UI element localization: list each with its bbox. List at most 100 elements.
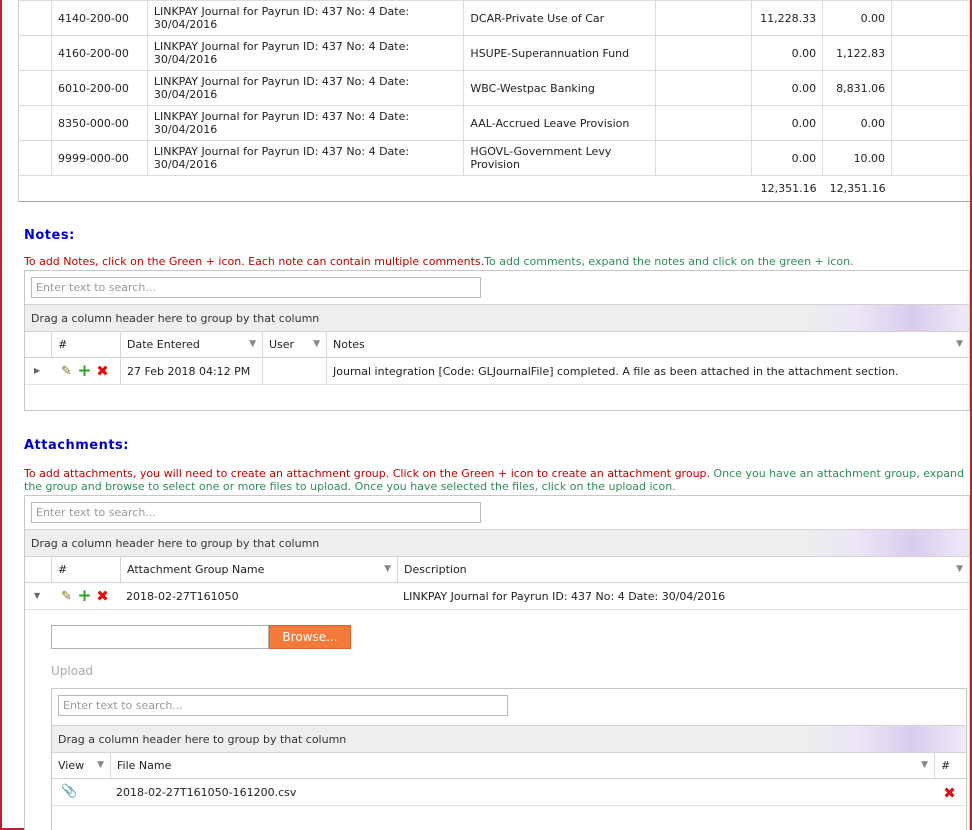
notes-col-date-label: Date Entered: [127, 338, 200, 351]
files-grid: Enter text to search... Drag a column he…: [51, 688, 967, 830]
journal-row-blank: [18, 140, 52, 176]
notes-group-panel[interactable]: Drag a column header here to group by th…: [25, 304, 969, 332]
journal-account: 4160-200-00: [51, 35, 148, 71]
filter-icon[interactable]: ▼: [97, 760, 104, 770]
journal-account: 4140-200-00: [51, 0, 148, 36]
filter-icon[interactable]: ▼: [956, 564, 963, 574]
attachments-col-group-name-label: Attachment Group Name: [127, 563, 265, 576]
journal-trailing: [891, 140, 970, 176]
journal-account: 6010-200-00: [51, 70, 148, 106]
journal-row: 4160-200-00 LINKPAY Journal for Payrun I…: [18, 35, 970, 71]
journal-description: LINKPAY Journal for Payrun ID: 437 No: 4…: [147, 0, 465, 36]
notes-title: Notes:: [24, 228, 75, 243]
journal-account: 8350-000-00: [51, 105, 148, 141]
attachments-instruction-red: To add attachments, you will need to cre…: [24, 467, 711, 480]
notes-row-actions: ✎ + ✖: [59, 363, 110, 380]
journal-account-name: WBC-Westpac Banking: [463, 70, 657, 106]
journal-description: LINKPAY Journal for Payrun ID: 437 No: 4…: [147, 105, 465, 141]
notes-col-user-label: User: [269, 338, 295, 351]
total-blank: [19, 176, 52, 202]
attachments-row-group-name: 2018-02-27T161050: [126, 590, 239, 603]
edit-pencil-icon[interactable]: ✎: [59, 364, 74, 379]
attachments-row: ▼ ✎ + ✖ 2018-02-27T161050 LINKPAY Journa…: [25, 584, 969, 610]
attachments-col-description[interactable]: Description ▼: [397, 557, 969, 582]
notes-search-input[interactable]: Enter text to search...: [31, 277, 481, 298]
journal-trailing: [891, 0, 970, 36]
expand-arrow-icon[interactable]: ▶: [34, 366, 40, 375]
filter-icon[interactable]: ▼: [956, 339, 963, 349]
collapse-arrow-icon[interactable]: ▼: [34, 591, 40, 600]
filter-icon[interactable]: ▼: [384, 564, 391, 574]
edit-pencil-icon[interactable]: ✎: [59, 589, 74, 604]
attachments-group-panel[interactable]: Drag a column header here to group by th…: [25, 529, 969, 557]
notes-col-notes-label: Notes: [333, 338, 365, 351]
filter-icon[interactable]: ▼: [249, 339, 256, 349]
attachments-instructions: To add attachments, you will need to cre…: [24, 467, 964, 493]
files-header-row: View ▼ File Name ▼ #: [52, 753, 966, 779]
notes-row-user: [262, 359, 326, 384]
files-col-num[interactable]: #: [934, 753, 966, 778]
notes-col-date[interactable]: Date Entered ▼: [120, 332, 262, 357]
files-row: 📎 2018-02-27T161050-161200.csv ✖: [52, 780, 966, 806]
paperclip-icon[interactable]: 📎: [61, 784, 77, 799]
add-plus-icon[interactable]: +: [77, 363, 92, 380]
notes-instruction-red: To add Notes, click on the Green + icon.…: [24, 255, 485, 268]
journal-account-name: DCAR-Private Use of Car: [463, 0, 657, 36]
delete-x-icon[interactable]: ✖: [942, 786, 957, 801]
delete-x-icon[interactable]: ✖: [95, 364, 110, 379]
notes-col-notes[interactable]: Notes ▼: [326, 332, 969, 357]
filter-icon[interactable]: ▼: [921, 760, 928, 770]
journal-row: 6010-200-00 LINKPAY Journal for Payrun I…: [18, 70, 970, 106]
attachments-row-actions: ✎ + ✖: [59, 588, 110, 605]
notes-instruction-green: To add comments, expand the notes and cl…: [484, 255, 854, 268]
files-search-input[interactable]: Enter text to search...: [58, 695, 508, 716]
total-blank: [464, 176, 656, 202]
journal-row: 8350-000-00 LINKPAY Journal for Payrun I…: [18, 105, 970, 141]
journal-debit: 0.00: [751, 35, 824, 71]
journal-row-blank: [18, 0, 52, 36]
files-col-view[interactable]: View ▼: [52, 753, 110, 778]
attachments-col-description-label: Description: [404, 563, 467, 576]
files-col-file-name[interactable]: File Name ▼: [110, 753, 934, 778]
upload-link[interactable]: Upload: [51, 664, 93, 678]
attachments-col-num[interactable]: #: [51, 557, 120, 582]
files-col-view-label: View: [58, 759, 85, 772]
attachments-title: Attachments:: [24, 438, 129, 453]
attachments-search-input[interactable]: Enter text to search...: [31, 502, 481, 523]
journal-spacer: [655, 35, 753, 71]
file-path-input[interactable]: [51, 625, 269, 649]
add-plus-icon[interactable]: +: [77, 588, 92, 605]
filter-icon[interactable]: ▼: [313, 339, 320, 349]
files-group-panel[interactable]: Drag a column header here to group by th…: [52, 725, 966, 753]
journal-account-name: HGOVL-Government Levy Provision: [463, 140, 657, 176]
journal-table: 4140-200-00 LINKPAY Journal for Payrun I…: [18, 0, 970, 202]
browse-button[interactable]: Browse...: [269, 625, 351, 649]
files-col-file-name-label: File Name: [117, 759, 172, 772]
journal-row: 4140-200-00 LINKPAY Journal for Payrun I…: [18, 0, 970, 36]
journal-row-blank: [18, 35, 52, 71]
journal-row-blank: [18, 105, 52, 141]
journal-credit: 10.00: [822, 140, 893, 176]
notes-col-user[interactable]: User ▼: [262, 332, 326, 357]
journal-trailing: [891, 35, 970, 71]
notes-row: ▶ ✎ + ✖ 27 Feb 2018 04:12 PM Journal int…: [25, 359, 969, 385]
notes-col-num[interactable]: #: [51, 332, 120, 357]
journal-trailing: [891, 70, 970, 106]
journal-account: 9999-000-00: [51, 140, 148, 176]
delete-x-icon[interactable]: ✖: [95, 589, 110, 604]
journal-account-name: AAL-Accrued Leave Provision: [463, 105, 657, 141]
journal-credit: 0.00: [822, 0, 893, 36]
journal-description: LINKPAY Journal for Payrun ID: 437 No: 4…: [147, 35, 465, 71]
files-row-name: 2018-02-27T161050-161200.csv: [116, 786, 297, 799]
notes-grid: Enter text to search... Drag a column he…: [24, 270, 970, 411]
journal-debit: 0.00: [751, 70, 824, 106]
attachments-col-group-name[interactable]: Attachment Group Name ▼: [120, 557, 397, 582]
notes-instructions: To add Notes, click on the Green + icon.…: [24, 255, 964, 268]
notes-row-date: 27 Feb 2018 04:12 PM: [120, 359, 262, 384]
total-blank: [147, 176, 464, 202]
journal-total-row: 12,351.16 12,351.16: [19, 176, 970, 202]
total-blank: [51, 176, 147, 202]
journal-debit: 11,228.33: [751, 0, 824, 36]
journal-spacer: [655, 105, 753, 141]
journal-account-name: HSUPE-Superannuation Fund: [463, 35, 657, 71]
